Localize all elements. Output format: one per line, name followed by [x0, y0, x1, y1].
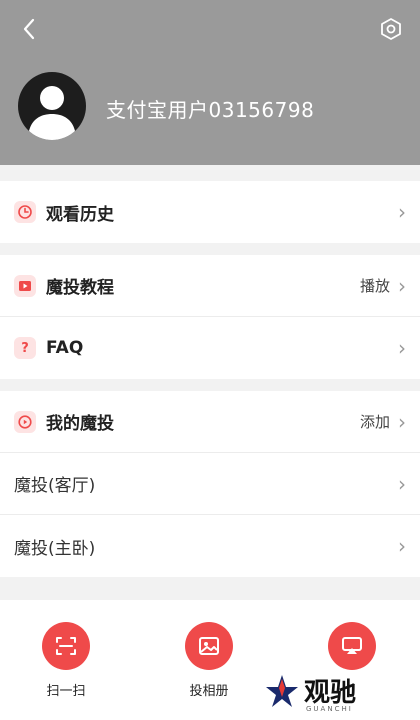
menu-item-my-cast[interactable]: 我的魔投 添加 › — [0, 391, 420, 453]
menu-item-tutorial[interactable]: 魔投教程 播放 › — [0, 255, 420, 317]
image-icon — [185, 622, 233, 670]
question-icon: ? — [14, 337, 36, 359]
chevron-left-icon — [23, 18, 35, 40]
settings-button[interactable] — [376, 14, 406, 44]
avatar[interactable] — [18, 72, 86, 140]
menu-item-label: 观看历史 — [46, 204, 114, 225]
cast-circle-icon — [14, 410, 36, 433]
clock-icon — [14, 201, 36, 223]
settings-hex-icon — [381, 18, 401, 40]
profile-header: 支付宝用户03156798 — [0, 0, 420, 165]
user-silhouette-icon — [28, 86, 76, 140]
scan-button[interactable]: 扫一扫 — [26, 622, 106, 699]
chevron-right-icon: › — [398, 534, 406, 558]
action-label: 扫一扫 — [46, 684, 86, 699]
chevron-right-icon: › — [398, 273, 406, 298]
cast-album-button[interactable]: 投相册 — [169, 622, 249, 699]
device-item-bedroom[interactable]: 魔投(主卧) › — [0, 515, 420, 577]
menu-item-value: 添加 — [359, 413, 390, 431]
device-label: 魔投(客厅) — [14, 476, 96, 496]
chevron-right-icon: › — [398, 471, 406, 496]
device-item-living-room[interactable]: 魔投(客厅) › — [0, 453, 420, 515]
watermark-subtext: GUANCHI — [306, 705, 353, 713]
chevron-right-icon: › — [398, 200, 406, 224]
scan-icon — [42, 622, 90, 670]
history-group: 观看历史 › — [0, 181, 420, 243]
menu-item-value: 播放 — [359, 277, 390, 295]
screen-cast-icon — [328, 622, 376, 670]
menu-item-label: 我的魔投 — [46, 414, 114, 434]
menu-item-label: 魔投教程 — [46, 278, 114, 298]
chevron-right-icon: › — [398, 409, 406, 434]
watermark-text: 观驰 — [304, 678, 357, 708]
back-button[interactable] — [14, 14, 44, 44]
help-group: 魔投教程 播放 › ? FAQ › — [0, 255, 420, 379]
menu-item-label: FAQ — [46, 338, 84, 358]
menu-item-faq[interactable]: ? FAQ › — [0, 317, 420, 379]
username: 支付宝用户03156798 — [106, 98, 315, 122]
device-label: 魔投(主卧) — [14, 538, 96, 559]
watermark-logo: 观驰 GUANCHI — [264, 672, 357, 713]
chevron-right-icon: › — [398, 336, 406, 360]
menu-item-history[interactable]: 观看历史 › — [0, 181, 420, 243]
my-cast-group: 我的魔投 添加 › 魔投(客厅) › 魔投(主卧) › — [0, 391, 420, 577]
play-icon — [14, 274, 36, 297]
bottom-action-bar: 扫一扫 投相册 — [0, 600, 420, 720]
action-label: 投相册 — [189, 684, 229, 699]
star-logo-icon — [266, 674, 298, 707]
